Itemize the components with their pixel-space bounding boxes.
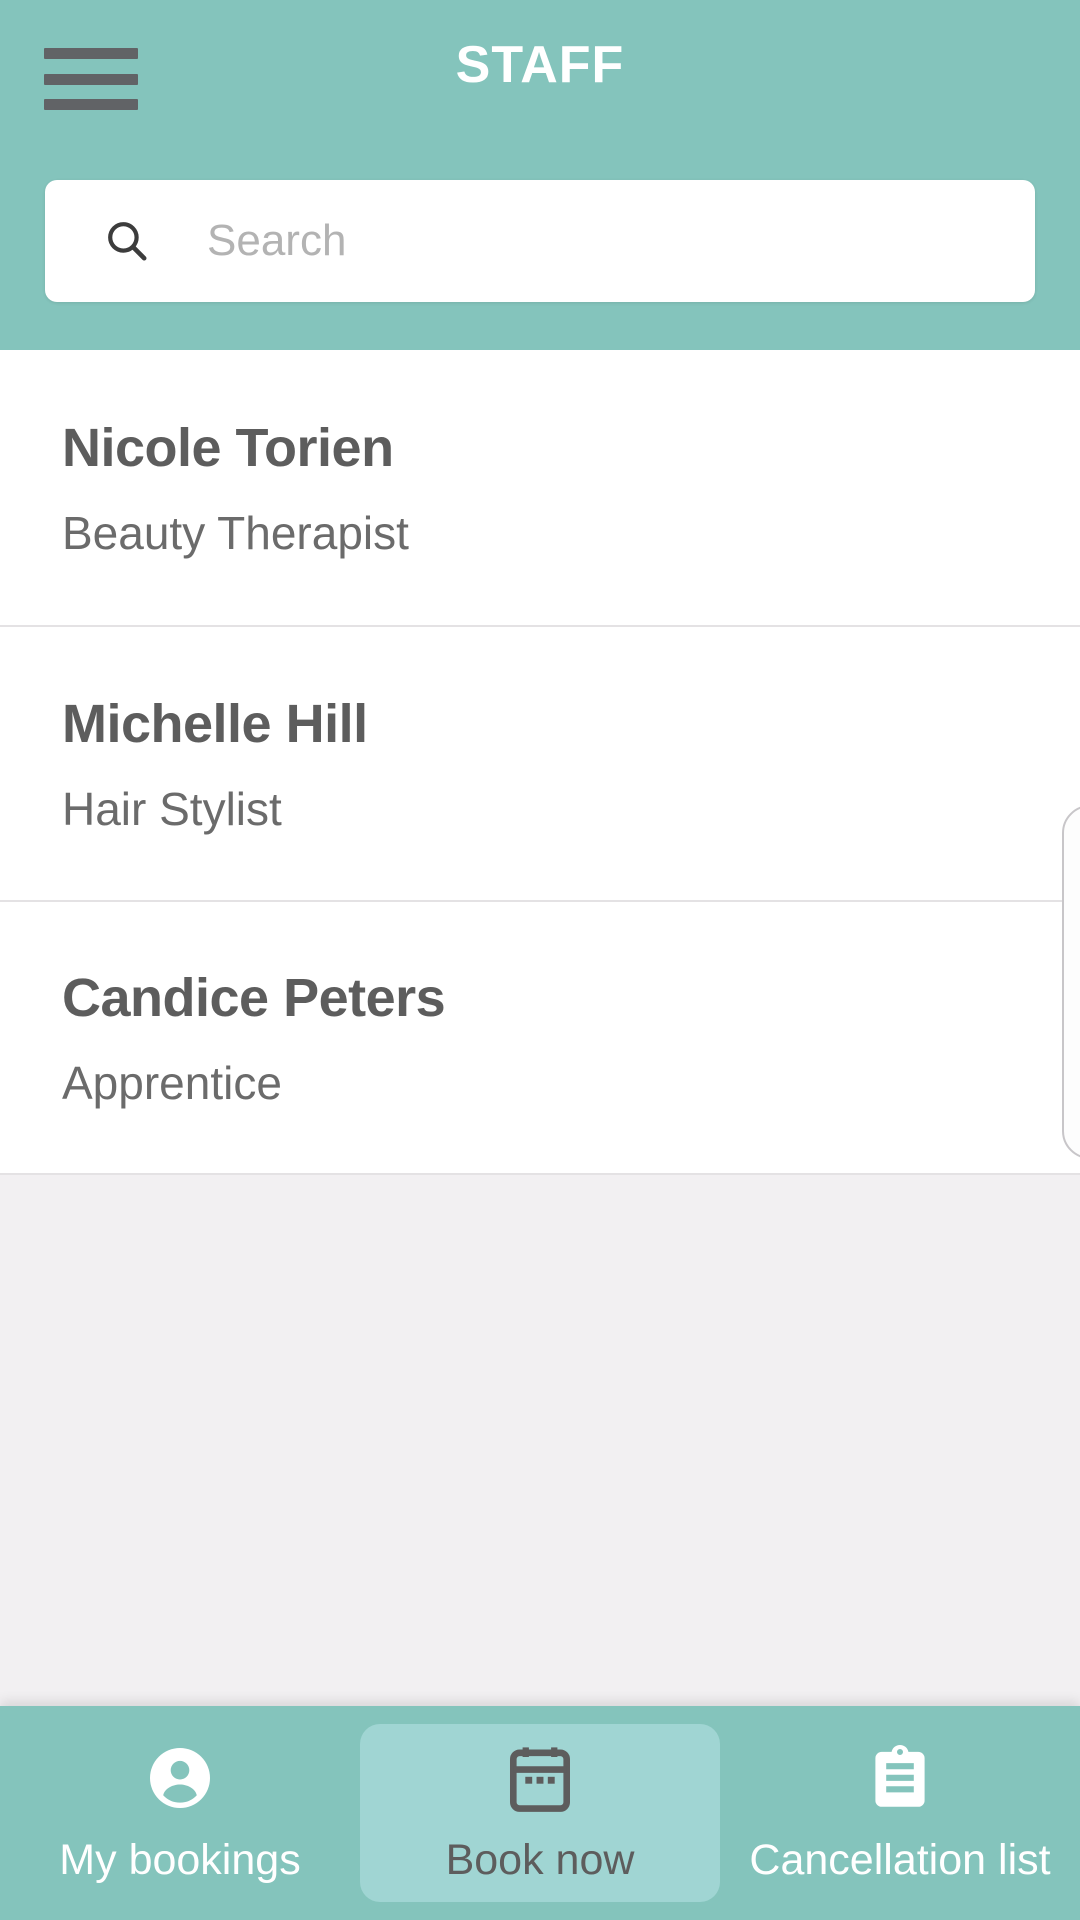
staff-name: Nicole Torien [62, 417, 394, 478]
hamburger-bar-3 [44, 99, 138, 110]
nav-label: Cancellation list [749, 1836, 1051, 1884]
search-bar[interactable] [45, 180, 1035, 302]
search-icon [108, 222, 147, 261]
list-item[interactable]: Nicole Torien Beauty Therapist [0, 350, 1080, 625]
staff-role: Apprentice [62, 1056, 282, 1109]
nav-label: Book now [445, 1836, 635, 1884]
calendar-icon [509, 1747, 570, 1812]
nav-item-cancellation-list[interactable]: Cancellation list [720, 1706, 1080, 1920]
list-item[interactable]: Candice Peters Apprentice [0, 900, 1080, 1175]
person-circle-icon [150, 1748, 210, 1808]
clipboard-icon [875, 1744, 925, 1807]
nav-item-my-bookings[interactable]: My bookings [0, 1706, 360, 1920]
list-item[interactable]: Michelle Hill Hair Stylist [0, 625, 1080, 900]
staff-list: Nicole Torien Beauty Therapist Michelle … [0, 350, 1080, 1175]
staff-name: Michelle Hill [62, 693, 368, 754]
staff-role: Hair Stylist [62, 782, 282, 835]
page-title: STAFF [455, 36, 625, 94]
staff-name: Candice Peters [62, 967, 446, 1028]
content-area: Nicole Torien Beauty Therapist Michelle … [0, 350, 1080, 1706]
nav-label: My bookings [59, 1836, 301, 1884]
app-header: STAFF [0, 0, 1080, 350]
search-input[interactable] [207, 206, 927, 276]
app-screen: STAFF Nicole Torien Beauty Therapist Mic… [0, 0, 1080, 1920]
bottom-navigation-bar: My bookings Book now Cancellation list [0, 1706, 1080, 1920]
staff-role: Beauty Therapist [62, 506, 409, 559]
nav-item-book-now[interactable]: Book now [360, 1724, 720, 1902]
